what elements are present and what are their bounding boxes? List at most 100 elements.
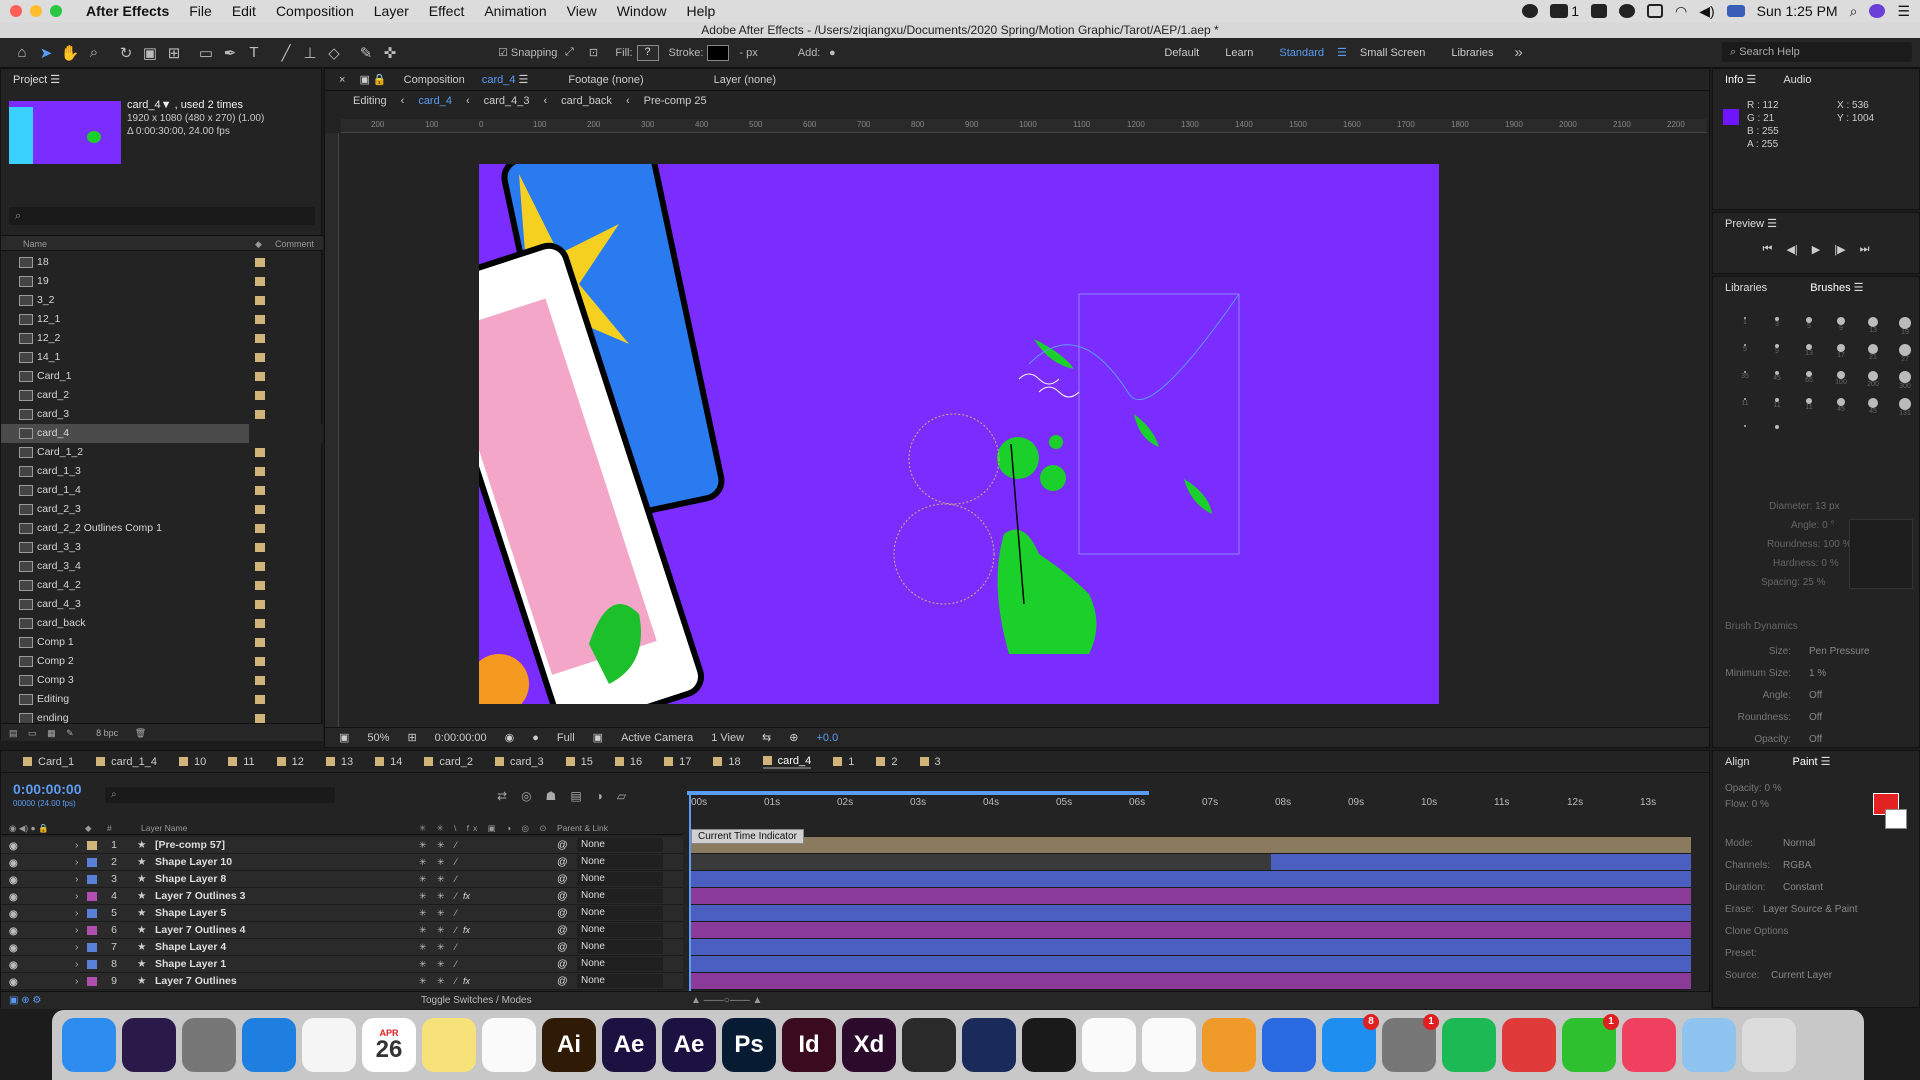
timeline-tab[interactable]: 17 (664, 756, 691, 768)
photos-icon[interactable] (1082, 1018, 1136, 1072)
layer-row[interactable]: ◉ › 3 ★ Shape Layer 8 ✳ ✳ ⁄ @ None (1, 871, 683, 888)
menu-animation[interactable]: Animation (484, 3, 546, 19)
after-effects-icon[interactable]: Ae (602, 1018, 656, 1072)
workspace-standard[interactable]: Standard (1279, 47, 1324, 59)
crumb-pre-comp-25[interactable]: Pre-comp 25 (644, 95, 707, 107)
timeline-tab[interactable]: 18 (713, 756, 741, 768)
keynote-icon[interactable] (1262, 1018, 1316, 1072)
type-tool-icon[interactable]: T (242, 41, 266, 65)
label-color[interactable] (255, 657, 265, 666)
unity-icon[interactable] (1022, 1018, 1076, 1072)
photoshop-icon[interactable]: Ps (722, 1018, 776, 1072)
brush-dynamics-row[interactable]: Minimum Size: 1 % (1713, 663, 1920, 685)
project-item[interactable]: Card_1 (1, 367, 323, 386)
layer-name[interactable]: Layer 7 Outlines (155, 973, 237, 989)
timeline-tab[interactable]: 1 (833, 756, 854, 768)
project-item[interactable]: ending (1, 709, 323, 723)
work-area-bar[interactable] (687, 791, 1149, 795)
fast-preview-icon[interactable]: ⇆ (762, 731, 771, 744)
brush-tip[interactable]: 11 (1793, 398, 1825, 417)
layer-label-color[interactable] (87, 841, 97, 850)
label-color[interactable] (255, 581, 265, 590)
fill-swatch[interactable]: ? (636, 44, 659, 61)
crumb-editing[interactable]: Editing (353, 95, 387, 107)
label-color[interactable] (255, 619, 265, 628)
xd-icon[interactable]: Xd (842, 1018, 896, 1072)
project-item[interactable]: Card_1_2 (1, 443, 323, 462)
label-color[interactable] (255, 505, 265, 514)
reminders-icon[interactable] (482, 1018, 536, 1072)
interpret-footage-icon[interactable]: ▤ (9, 728, 18, 738)
visibility-eye-icon[interactable]: ◉ (9, 941, 18, 957)
project-item[interactable]: card_4_3 (1, 595, 323, 614)
snapping-checkbox[interactable]: ☑ Snapping (498, 46, 557, 59)
layer-row[interactable]: ◉ › 5 ★ Shape Layer 5 ✳ ✳ ⁄ @ None (1, 905, 683, 922)
brush-tip[interactable]: 9 (1825, 317, 1857, 336)
label-color[interactable] (255, 467, 265, 476)
layer-duration-bar[interactable] (691, 837, 1691, 854)
wechat-status-icon[interactable]: 1 (1550, 3, 1579, 19)
layer-name[interactable]: Layer 7 Outlines 4 (155, 922, 245, 938)
project-item[interactable]: Comp 3 (1, 671, 323, 690)
new-comp-icon[interactable]: ▦ (47, 728, 56, 738)
workspace-libraries[interactable]: Libraries (1451, 47, 1493, 59)
label-color[interactable] (255, 391, 265, 400)
brush-tip[interactable]: 11 (1761, 398, 1793, 417)
indesign-icon[interactable]: Id (782, 1018, 836, 1072)
spotlight-icon[interactable]: ⌕ (1850, 3, 1858, 20)
zoom-tool-icon[interactable]: ⌕ (82, 41, 106, 65)
layer-switches[interactable]: ✳ ✳ ⁄ (419, 939, 461, 955)
label-column-icon[interactable]: ◆ (255, 236, 262, 252)
fx-switch[interactable]: fx (463, 922, 470, 938)
hand-tool-icon[interactable]: ✋ (58, 41, 82, 65)
launchpad-icon[interactable] (182, 1018, 236, 1072)
flowchart-view-icon[interactable]: ⊕ (789, 731, 798, 744)
brush-tool-icon[interactable]: ╱ (274, 41, 298, 65)
airplay-icon[interactable] (1647, 4, 1663, 18)
parent-pickwhip-icon[interactable]: @ (557, 939, 568, 955)
layer-name-header[interactable]: Layer Name (141, 821, 187, 835)
home-icon[interactable]: ⌂ (10, 41, 34, 65)
brush-tip[interactable]: 65 (1793, 371, 1825, 390)
region-icon[interactable]: ▣ (593, 731, 603, 744)
always-preview-icon[interactable]: ▣ (339, 731, 349, 744)
first-frame-icon[interactable]: ⏮ (1763, 243, 1773, 256)
frame-blending-icon[interactable]: ▤ (570, 789, 581, 803)
label-color[interactable] (255, 315, 265, 324)
timeline-tab[interactable]: card_4 (762, 755, 812, 769)
expand-arrow-icon[interactable]: › (75, 888, 79, 904)
github-icon[interactable] (1619, 4, 1635, 18)
time-ruler[interactable]: 00s 01s 02s 03s 04s 05s 06s 07s 08s 09s 10s 11s 12s 1… (687, 797, 1691, 833)
brush-tip[interactable]: 1 (1729, 317, 1761, 336)
workspace-small-screen[interactable]: Small Screen (1360, 47, 1425, 59)
brush-diameter[interactable]: Diameter: 13 px (1747, 497, 1920, 516)
layer-duration-bar[interactable] (691, 905, 1691, 922)
parent-pickwhip-icon[interactable]: @ (557, 854, 568, 870)
menu-file[interactable]: File (189, 3, 212, 19)
tab-align[interactable]: Align (1725, 756, 1749, 768)
layer-duration-bar[interactable] (691, 956, 1691, 973)
layer-duration-bar[interactable] (691, 939, 1691, 956)
cinema4d-icon[interactable] (962, 1018, 1016, 1072)
screenflow-icon[interactable] (1502, 1018, 1556, 1072)
illustrator-icon[interactable]: Ai (542, 1018, 596, 1072)
layer-duration-bar[interactable] (691, 871, 1691, 888)
composition-canvas[interactable] (479, 164, 1439, 704)
layer-name[interactable]: Shape Layer 8 (155, 871, 226, 887)
layer-number-header[interactable]: # (107, 821, 112, 835)
color-channel-icon[interactable]: ● (532, 732, 539, 744)
magnification-select[interactable]: 50% (367, 732, 389, 744)
flowchart-icon[interactable]: ✎ (66, 728, 74, 738)
label-color[interactable] (255, 524, 265, 533)
layer-label-color[interactable] (87, 960, 97, 969)
parent-select[interactable]: None (577, 872, 663, 886)
parent-pickwhip-icon[interactable]: @ (557, 888, 568, 904)
layer-name[interactable]: [Pre-comp 57] (155, 837, 225, 853)
play-icon[interactable]: ▶ (1812, 243, 1820, 256)
paint-mode-row[interactable]: Mode: Normal (1713, 833, 1919, 855)
paint-erase-row[interactable]: Erase: Layer Source & Paint (1713, 899, 1919, 921)
camera-select[interactable]: Active Camera (621, 732, 693, 744)
project-item[interactable]: 3_2 (1, 291, 323, 310)
graph-editor-icon[interactable]: ▱ (617, 789, 626, 803)
wechat-icon[interactable]: 1 (1562, 1014, 1619, 1072)
